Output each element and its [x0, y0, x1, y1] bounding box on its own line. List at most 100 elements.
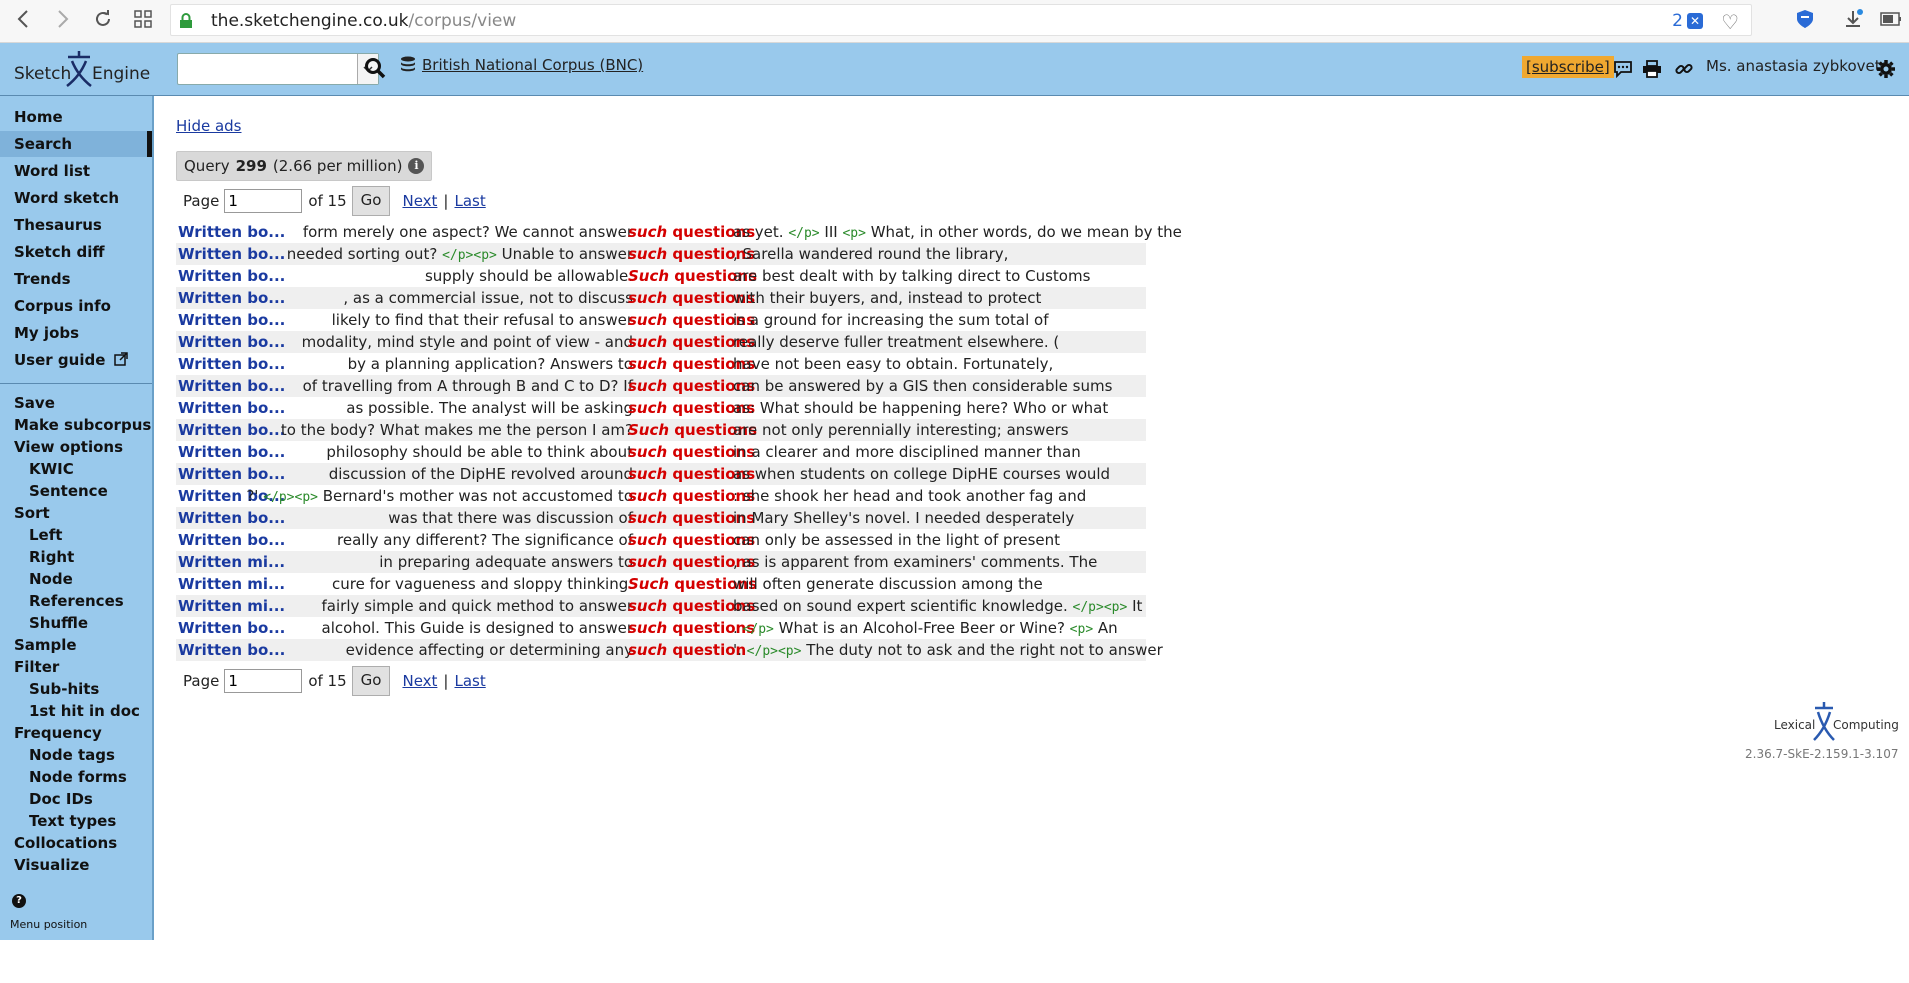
reload-icon[interactable]	[88, 4, 118, 34]
sidebar-item-my-jobs[interactable]: My jobs	[0, 320, 152, 346]
hide-ads-link[interactable]: Hide ads	[176, 117, 242, 135]
extension-badge-icon[interactable]: ✕	[1687, 13, 1703, 29]
left-context: modality, mind style and point of view -…	[301, 333, 633, 351]
sidebar-item-search[interactable]: Search	[0, 131, 152, 157]
corpus-link[interactable]: British National Corpus (BNC)	[400, 56, 643, 74]
reference-link[interactable]: Written mi...	[178, 595, 298, 617]
sidebar-item-trends[interactable]: Trends	[0, 266, 152, 292]
sketch-engine-logo[interactable]: Sketch Engine	[12, 49, 150, 89]
sidebar-option-sentence[interactable]: Sentence	[0, 480, 152, 502]
sidebar-option-references[interactable]: References	[0, 590, 152, 612]
reference-link[interactable]: Written bo...	[178, 287, 298, 309]
sidebar-option-label: Shuffle	[29, 614, 89, 632]
go-button[interactable]: Go	[351, 666, 391, 696]
last-page-link[interactable]: Last	[454, 192, 485, 210]
page-number-input[interactable]	[224, 189, 303, 213]
reference-link[interactable]: Written bo...	[178, 309, 298, 331]
left-context: evidence affecting or determining any	[345, 641, 633, 659]
right-context: in Mary Shelley's novel. I needed desper…	[733, 509, 1075, 527]
sidebar-item-word-list[interactable]: Word list	[0, 158, 152, 184]
reference-link[interactable]: Written bo...	[178, 639, 298, 661]
reference-link[interactable]: Written bo...	[178, 397, 298, 419]
sidebar-option-sample[interactable]: Sample	[0, 634, 152, 656]
battery-icon[interactable]	[1876, 4, 1906, 34]
search-button[interactable]	[362, 55, 388, 81]
link-icon[interactable]	[1672, 57, 1696, 81]
reference-link[interactable]: Written bo...	[178, 441, 298, 463]
structure-tag: <p>	[1069, 622, 1094, 637]
heart-icon[interactable]: ♡	[1721, 10, 1739, 34]
sidebar-option-label: Node forms	[29, 768, 127, 786]
reference-link[interactable]: Written bo...	[178, 507, 298, 529]
forward-icon[interactable]	[48, 4, 78, 34]
sidebar-option-kwic[interactable]: KWIC	[0, 458, 152, 480]
reference-link[interactable]: Written bo...	[178, 375, 298, 397]
next-page-link[interactable]: Next	[402, 192, 437, 210]
logo-text-left: Sketch	[14, 64, 72, 84]
sidebar-option-sort[interactable]: Sort	[0, 502, 152, 524]
gear-icon[interactable]	[1874, 57, 1898, 81]
sidebar-item-word-sketch[interactable]: Word sketch	[0, 185, 152, 211]
left-context: ?' </p><p> Bernard's mother was not accu…	[246, 487, 633, 505]
back-icon[interactable]	[8, 4, 38, 34]
sidebar-item-label: Corpus info	[14, 297, 111, 315]
reference-link[interactable]: Written bo...	[178, 617, 298, 639]
menu-position-link[interactable]: Menu position	[10, 918, 87, 931]
reference-link[interactable]: Written bo...	[178, 243, 298, 265]
reference-link[interactable]: Written bo...	[178, 529, 298, 551]
sidebar-option-sub-hits[interactable]: Sub-hits	[0, 678, 152, 700]
page-number-input[interactable]	[224, 669, 303, 693]
last-page-link[interactable]: Last	[454, 672, 485, 690]
tabs-grid-icon[interactable]	[128, 4, 158, 34]
sidebar-option-1st-hit-in-doc[interactable]: 1st hit in doc	[0, 700, 152, 722]
reference-link[interactable]: Written bo...	[178, 353, 298, 375]
sidebar-item-corpus-info[interactable]: Corpus info	[0, 293, 152, 319]
sidebar-option-visualize[interactable]: Visualize	[0, 854, 152, 876]
search-input[interactable]	[177, 53, 379, 85]
info-icon[interactable]: i	[408, 158, 425, 174]
sidebar-option-text-types[interactable]: Text types	[0, 810, 152, 832]
reference-link[interactable]: Written mi...	[178, 551, 298, 573]
sidebar-option-shuffle[interactable]: Shuffle	[0, 612, 152, 634]
sidebar-option-node-tags[interactable]: Node tags	[0, 744, 152, 766]
shield-icon[interactable]	[1790, 4, 1820, 34]
go-button[interactable]: Go	[351, 186, 391, 216]
help-icon[interactable]: ?	[12, 894, 26, 908]
subscribe-button[interactable]: [subscribe]	[1522, 56, 1614, 78]
sidebar-item-sketch-diff[interactable]: Sketch diff	[0, 239, 152, 265]
left-context: likely to find that their refusal to ans…	[331, 311, 633, 329]
sidebar-option-frequency[interactable]: Frequency	[0, 722, 152, 744]
concordance-row: Written bo... was that there was discussi…	[176, 507, 1146, 529]
download-icon[interactable]	[1838, 4, 1868, 34]
kwic-node[interactable]: such question	[628, 639, 746, 661]
sidebar-option-filter[interactable]: Filter	[0, 656, 152, 678]
sidebar-item-home[interactable]: Home	[0, 104, 152, 130]
sidebar-option-make-subcorpus[interactable]: Make subcorpus	[0, 414, 152, 436]
sidebar-option-view-options[interactable]: View options	[0, 436, 152, 458]
address-bar[interactable]: the.sketchengine.co.uk/corpus/view 2 ✕ ♡	[170, 4, 1752, 36]
print-icon[interactable]	[1640, 57, 1664, 81]
sidebar-item-thesaurus[interactable]: Thesaurus	[0, 212, 152, 238]
sidebar-option-right[interactable]: Right	[0, 546, 152, 568]
sidebar-option-left[interactable]: Left	[0, 524, 152, 546]
reference-link[interactable]: Written bo...	[178, 331, 298, 353]
pagination-top: Page of 15 Go Next | Last	[176, 186, 486, 216]
sidebar-option-collocations[interactable]: Collocations	[0, 832, 152, 854]
next-page-link[interactable]: Next	[402, 672, 437, 690]
reference-link[interactable]: Written bo...	[178, 221, 298, 243]
user-name[interactable]: Ms. anastasia zybkovets	[1706, 57, 1888, 75]
concordance-row: Written mi... in preparing adequate answe…	[176, 551, 1146, 573]
chat-icon[interactable]	[1611, 57, 1635, 81]
sidebar-option-node-forms[interactable]: Node forms	[0, 766, 152, 788]
concordance-row: Written bo... philosophy should be able t…	[176, 441, 1146, 463]
lexical-computing-logo[interactable]: Lexical Computing	[1772, 700, 1902, 744]
sidebar-option-doc-ids[interactable]: Doc IDs	[0, 788, 152, 810]
sidebar-option-save[interactable]: Save	[0, 392, 152, 414]
reference-link[interactable]: Written bo...	[178, 463, 298, 485]
reference-link[interactable]: Written bo...	[178, 265, 298, 287]
reference-link[interactable]: Written mi...	[178, 573, 298, 595]
sidebar-item-user-guide[interactable]: User guide	[0, 347, 152, 373]
right-context: based on sound expert scientific knowled…	[733, 597, 1143, 615]
sidebar-option-node[interactable]: Node	[0, 568, 152, 590]
query-summary: Query 299 (2.66 per million) i	[176, 151, 433, 181]
